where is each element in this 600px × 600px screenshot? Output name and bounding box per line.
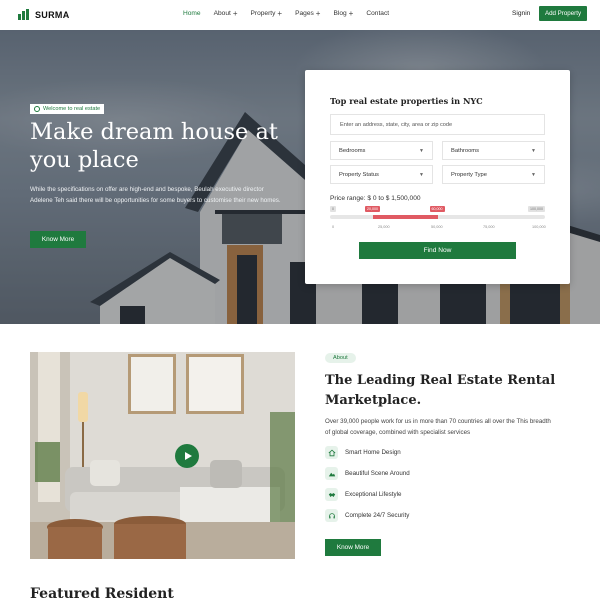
play-icon: [184, 452, 192, 460]
nav-item-blog[interactable]: Blog +: [333, 8, 354, 18]
about-title: The Leading Real Estate Rental Marketpla…: [325, 373, 556, 408]
property-type-select[interactable]: Property Type ▼: [442, 165, 545, 184]
slider-tick: 25,000: [378, 225, 390, 229]
nav-item-property[interactable]: Property +: [251, 8, 283, 18]
handshake-icon: [325, 488, 338, 501]
price-range-label: Price range: $ 0 to $ 1,500,000: [330, 195, 421, 202]
chevron-down-icon: ▼: [531, 147, 536, 154]
nav-item-contact[interactable]: Contact: [366, 10, 389, 17]
find-now-button[interactable]: Find Now: [359, 242, 516, 259]
play-video-button[interactable]: [175, 444, 199, 468]
property-status-select[interactable]: Property Status ▼: [330, 165, 433, 184]
bedrooms-select[interactable]: Bedrooms ▼: [330, 141, 433, 160]
slider-track: [330, 215, 545, 219]
featured-section-title: Featured Resident: [30, 586, 174, 600]
house-icon: [325, 446, 338, 459]
slider-tick: 75,000: [483, 225, 495, 229]
about-description: Over 39,000 people work for us in more t…: [325, 418, 551, 436]
nav-item-home[interactable]: Home: [183, 10, 201, 17]
slider-min-label: 0: [330, 206, 336, 212]
nav-item-about[interactable]: About +: [214, 8, 238, 18]
feature-item: Complete 24/7 Security: [325, 509, 409, 522]
price-range-slider[interactable]: 0 20,000 60,000 100,000 0 25,000 50,000 …: [330, 206, 546, 230]
plus-icon: +: [315, 8, 321, 18]
slider-fill: [373, 215, 438, 219]
interior-photo: [30, 352, 295, 559]
headset-icon: [325, 509, 338, 522]
add-property-button[interactable]: Add Property: [539, 6, 587, 21]
chevron-down-icon: ▼: [419, 147, 424, 154]
slider-tick: 0: [332, 225, 335, 229]
address-search-input[interactable]: Enter an address, state, city, area or z…: [330, 114, 545, 135]
slider-max-label: 100,000: [528, 206, 545, 212]
search-title: Top real estate properties in NYC: [330, 96, 483, 106]
welcome-badge: Welcome to real estate: [30, 104, 105, 114]
logo-icon: [18, 9, 31, 20]
chevron-down-icon: ▼: [531, 171, 536, 178]
landscape-icon: [325, 467, 338, 480]
nav-item-pages[interactable]: Pages +: [295, 8, 321, 18]
hero-know-more-button[interactable]: Know More: [30, 231, 86, 248]
hero-description: While the specifications on offer are hi…: [30, 186, 281, 204]
chevron-down-icon: ▼: [419, 171, 424, 178]
signin-link[interactable]: Signin: [512, 10, 530, 17]
top-nav: SURMA Home About + Property + Pages + Blog +…: [0, 0, 600, 30]
about-know-more-button[interactable]: Know More: [325, 539, 381, 556]
plus-icon: +: [277, 8, 283, 18]
main-menu: Home About + Property + Pages + Blog + Conta…: [183, 8, 402, 18]
about-badge: About: [325, 353, 356, 363]
feature-item: Smart Home Design: [325, 446, 401, 459]
brand-name: SURMA: [35, 9, 70, 20]
feature-item: Beautiful Scene Around: [325, 467, 410, 480]
hero-title: Make dream house at you place: [30, 119, 278, 173]
bathrooms-select[interactable]: Bathrooms ▼: [442, 141, 545, 160]
plus-icon: +: [232, 8, 238, 18]
plus-icon: +: [348, 8, 354, 18]
feature-item: Exceptional Lifestyle: [325, 488, 401, 501]
slider-tick: 100,000: [532, 225, 546, 229]
slider-low-handle[interactable]: 20,000: [365, 206, 380, 212]
property-search-card: Top real estate properties in NYC Enter …: [305, 70, 570, 284]
living-room-image: [30, 352, 295, 559]
slider-high-handle[interactable]: 60,000: [429, 206, 445, 212]
logo[interactable]: SURMA: [18, 9, 70, 20]
home-icon: [34, 106, 40, 112]
slider-tick: 50,000: [431, 225, 443, 229]
